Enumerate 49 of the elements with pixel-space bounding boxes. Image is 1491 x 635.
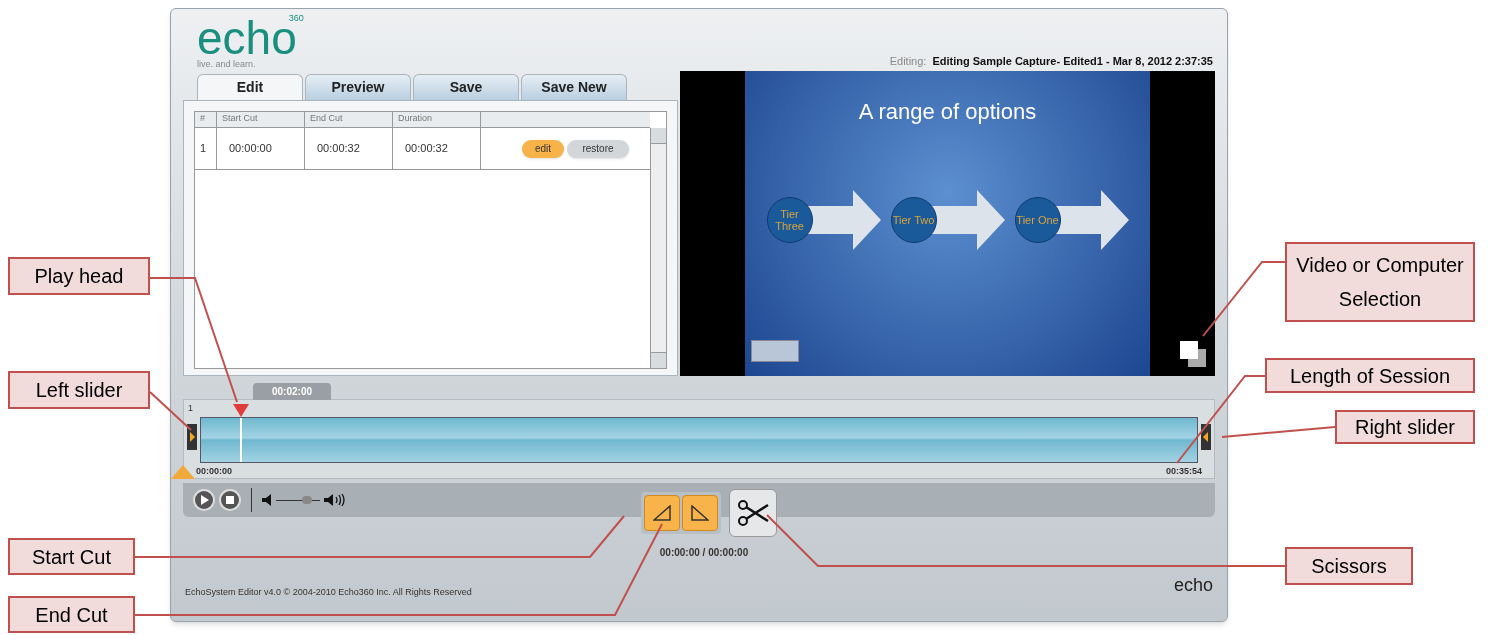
stop-icon[interactable] xyxy=(219,489,241,511)
tab[interactable]: Save New xyxy=(521,74,627,100)
column-header: End Cut xyxy=(305,112,393,127)
scissors-icon xyxy=(737,499,769,527)
triangle-icon xyxy=(691,505,709,521)
callout-label: Start Cut xyxy=(8,538,135,575)
start-cut-button[interactable] xyxy=(644,495,680,531)
column-header: Start Cut xyxy=(217,112,305,127)
logo-superscript: 360 xyxy=(288,14,304,23)
row-button[interactable]: edit xyxy=(522,139,564,158)
source-toggle-icon[interactable] xyxy=(1179,340,1207,368)
copyright-text: EchoSystem Editor v4.0 © 2004-2010 Echo360 Inc. All Rights Reserved xyxy=(185,585,472,599)
slide-title: A range of options xyxy=(858,98,1037,126)
tab[interactable]: Save xyxy=(413,74,519,100)
track-number: 1 xyxy=(187,402,193,415)
callout-label: Video or Computer Selection xyxy=(1285,242,1475,322)
column-header: Duration xyxy=(393,112,481,127)
callout-label: Scissors xyxy=(1285,547,1413,585)
end-cut-button[interactable] xyxy=(682,495,718,531)
thumbnail xyxy=(751,340,800,362)
volume-slider[interactable] xyxy=(276,495,320,505)
playhead-time: 00:02:00 xyxy=(253,383,331,400)
mute-icon[interactable] xyxy=(262,494,272,506)
table-cell: 00:00:32 xyxy=(305,128,393,169)
table-cell: 00:00:32 xyxy=(393,128,481,169)
row-button[interactable]: restore xyxy=(567,139,629,158)
table-cell: 00:00:00 xyxy=(217,128,305,169)
callout-label: Right slider xyxy=(1335,410,1475,444)
tab[interactable]: Preview xyxy=(305,74,411,100)
start-time: 00:00:00 xyxy=(196,464,233,478)
editing-label: Editing: xyxy=(889,53,927,69)
volume-icon[interactable] xyxy=(324,494,346,506)
column-header: # xyxy=(195,112,217,127)
callout-label: Left slider xyxy=(8,371,150,409)
triangle-icon xyxy=(653,505,671,521)
callout-label: Play head xyxy=(8,257,150,295)
table-cell: 1 xyxy=(195,128,217,169)
callout-label: Length of Session xyxy=(1265,358,1475,393)
scissors-button[interactable] xyxy=(729,489,777,537)
end-time: 00:35:54 xyxy=(1165,464,1202,478)
right-slider-icon[interactable] xyxy=(1201,424,1211,450)
play-icon[interactable] xyxy=(193,489,215,511)
footer-logo: echo xyxy=(1173,574,1213,597)
tab[interactable]: Edit xyxy=(197,74,303,100)
cut-time: 00:00:00 / 00:00:00 xyxy=(659,546,749,560)
editing-title: Editing Sample Capture- Edited1 - Mar 8, 2012 2:37:35 xyxy=(932,53,1213,69)
callout-label: End Cut xyxy=(8,596,135,633)
left-slider-icon[interactable] xyxy=(187,424,197,450)
logo-tagline: live. and learn. xyxy=(197,60,257,69)
